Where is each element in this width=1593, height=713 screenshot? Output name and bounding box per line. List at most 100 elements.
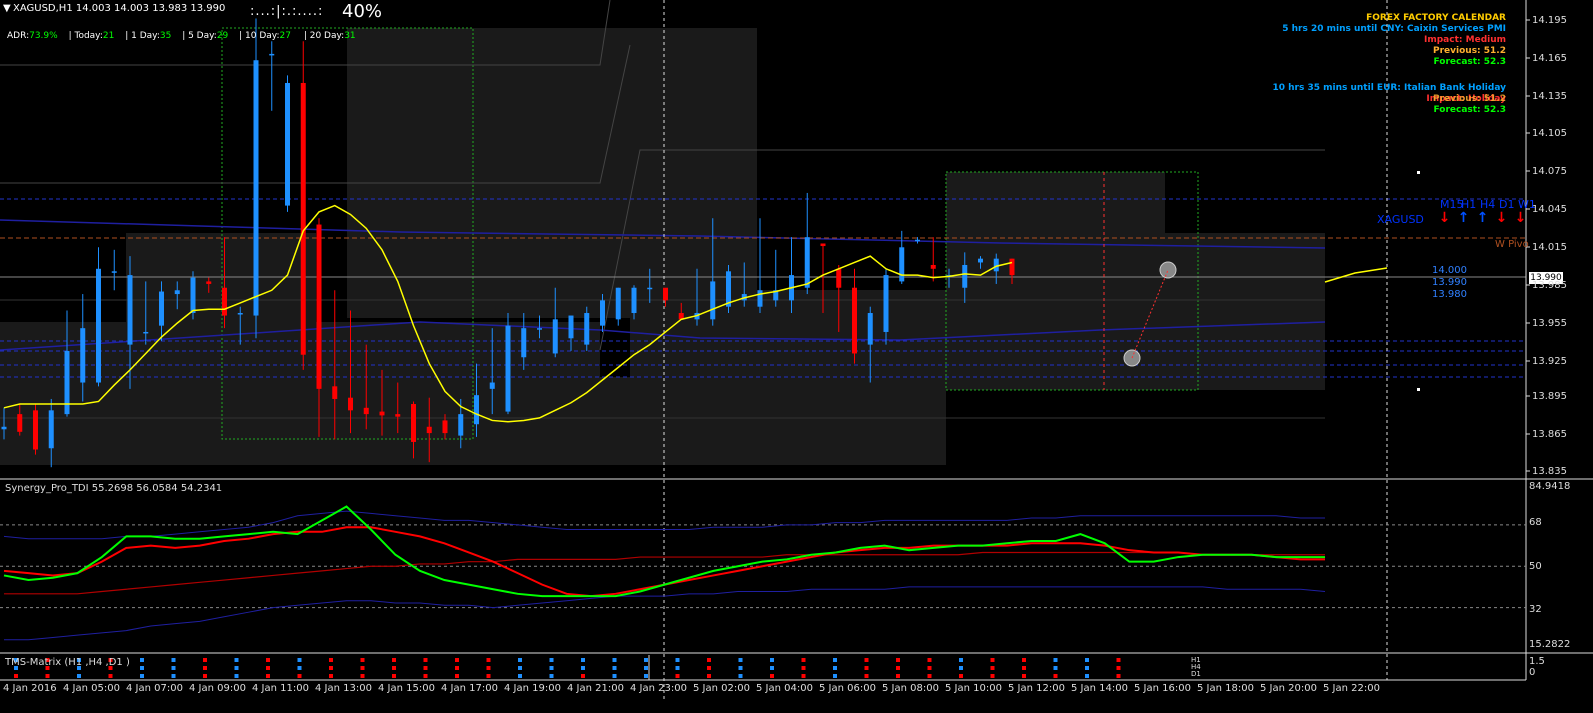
time-tick: 4 Jan 15:00 xyxy=(378,683,435,694)
marker-dot xyxy=(1417,388,1420,391)
tms-signal-dot xyxy=(455,666,459,670)
tms-signal-dot xyxy=(896,666,900,670)
candle-body xyxy=(426,426,432,434)
tms-signal-dot xyxy=(171,666,176,670)
candle-body xyxy=(568,315,574,339)
tms-signal-dot xyxy=(896,674,900,678)
price-tick: 13.925 xyxy=(1532,356,1567,367)
tms-signal-dot xyxy=(707,658,711,662)
price-tick: 13.955 xyxy=(1532,318,1567,329)
candle-body xyxy=(332,386,338,399)
candle-body xyxy=(505,325,511,412)
tms-signal-dot xyxy=(549,658,554,662)
symbol-line: XAGUSD,H1 14.003 14.003 13.983 13.990 xyxy=(13,3,226,14)
tms-signal-dot xyxy=(392,658,396,662)
candle-body xyxy=(899,247,905,282)
adr-10day-label: | 10 Day: xyxy=(239,31,280,41)
tms-signal-dot xyxy=(297,658,302,662)
tdi-tick: 50 xyxy=(1529,561,1542,572)
candle-body xyxy=(127,275,133,345)
tms-signal-dot xyxy=(581,666,585,670)
tms-signal-dot xyxy=(392,666,396,670)
adr-value: 73.9% xyxy=(29,31,58,41)
tms-signal-dot xyxy=(171,658,176,662)
tms-signal-dot xyxy=(297,666,302,670)
price-tick: 13.985 xyxy=(1532,280,1567,291)
tms-tick: 1.5 xyxy=(1529,656,1545,667)
adr-1day-label: | 1 Day: xyxy=(125,31,160,41)
tms-signal-dot xyxy=(329,666,333,670)
tms-signal-dot xyxy=(927,666,932,670)
candle-body xyxy=(33,410,38,450)
adr-20day-value: 31 xyxy=(344,31,356,41)
tms-signal-dot xyxy=(612,658,617,662)
tms-signal-dot xyxy=(140,674,144,678)
time-tick: 5 Jan 10:00 xyxy=(945,683,1002,694)
tms-signal-dot xyxy=(140,658,144,662)
tms-signal-dot xyxy=(801,666,806,670)
candle-body xyxy=(1,426,7,430)
candle-body xyxy=(111,271,117,273)
level-low: 13.980 xyxy=(1432,289,1467,300)
tms-signal-dot xyxy=(486,666,491,670)
price-tick: 13.835 xyxy=(1532,466,1567,477)
candle-body xyxy=(411,404,416,442)
candle-body xyxy=(48,410,54,449)
tms-signal-dot xyxy=(644,666,648,670)
calendar-event2-time: 10 hrs 35 mins until EUR: Italian Bank H… xyxy=(1272,83,1506,93)
tms-signal-dot xyxy=(518,658,522,662)
price-axis[interactable]: 14.195 14.165 14.135 14.105 14.075 14.04… xyxy=(1526,0,1593,480)
time-tick: 4 Jan 09:00 xyxy=(189,683,246,694)
candle-body xyxy=(710,281,716,320)
candle-body xyxy=(237,313,243,315)
candle-body xyxy=(174,290,180,295)
tdi-axis: 84.9418 68 50 32 15.2822 xyxy=(1526,480,1593,654)
tms-signal-dot xyxy=(423,666,428,670)
candle-body xyxy=(269,53,275,56)
tms-legend-d1: D1 xyxy=(1191,670,1201,678)
candle-body xyxy=(489,382,495,389)
candle-body xyxy=(726,271,731,307)
dropdown-triangle-icon[interactable]: ▼ xyxy=(3,3,11,14)
tms-signal-dot xyxy=(1085,666,1089,670)
tms-signal-dot xyxy=(266,658,270,662)
price-tick: 14.105 xyxy=(1532,128,1567,139)
time-tick: 4 Jan 19:00 xyxy=(504,683,561,694)
tms-signal-dot xyxy=(990,666,995,670)
candle-body xyxy=(663,287,668,301)
candle-body xyxy=(285,82,290,206)
tms-signal-dot xyxy=(864,666,869,670)
tms-signal-dot xyxy=(864,658,869,662)
calendar-title: FOREX FACTORY CALENDAR xyxy=(1366,13,1506,23)
tms-signal-dot xyxy=(738,666,743,670)
tms-signal-dot xyxy=(1116,674,1121,678)
candle-body xyxy=(253,60,259,316)
tms-signal-dot xyxy=(360,658,365,662)
tms-signal-dot xyxy=(833,674,837,678)
tms-signal-dot xyxy=(1022,658,1026,662)
tms-signal-dot xyxy=(1085,658,1089,662)
adr-5day-label: | 5 Day: xyxy=(182,31,217,41)
tms-signal-dot xyxy=(203,674,207,678)
candle-body xyxy=(363,407,369,415)
tms-signal-dot xyxy=(423,658,428,662)
tdi-tick: 68 xyxy=(1529,517,1542,528)
candle-body xyxy=(190,277,196,314)
tms-signal-dot xyxy=(14,674,18,678)
time-axis[interactable]: 4 Jan 2016 4 Jan 05:00 4 Jan 07:00 4 Jan… xyxy=(0,680,1526,700)
time-tick: 5 Jan 02:00 xyxy=(693,683,750,694)
chart-window: XAGUSD,H1 14.003 14.003 13.983 13.990 ▼ … xyxy=(0,0,1593,713)
candle-body xyxy=(206,281,212,284)
time-tick: 4 Jan 2016 xyxy=(3,683,57,694)
arrow-up-icon: ↑ xyxy=(1476,210,1489,226)
tms-signal-dot xyxy=(423,674,428,678)
weekly-pivot-label: W Pivo xyxy=(1495,239,1529,250)
calendar-event1-time: 5 hrs 20 mins until CNY: Caixin Services… xyxy=(1282,24,1506,34)
arrow-down-icon: ↓ xyxy=(1495,210,1508,226)
time-tick: 4 Jan 13:00 xyxy=(315,683,372,694)
tms-signal-dot xyxy=(1116,658,1121,662)
tms-signal-dot xyxy=(455,658,459,662)
time-tick: 5 Jan 20:00 xyxy=(1260,683,1317,694)
adr-20day-label: | 20 Day: xyxy=(303,31,345,41)
marker-dot xyxy=(1417,171,1420,174)
